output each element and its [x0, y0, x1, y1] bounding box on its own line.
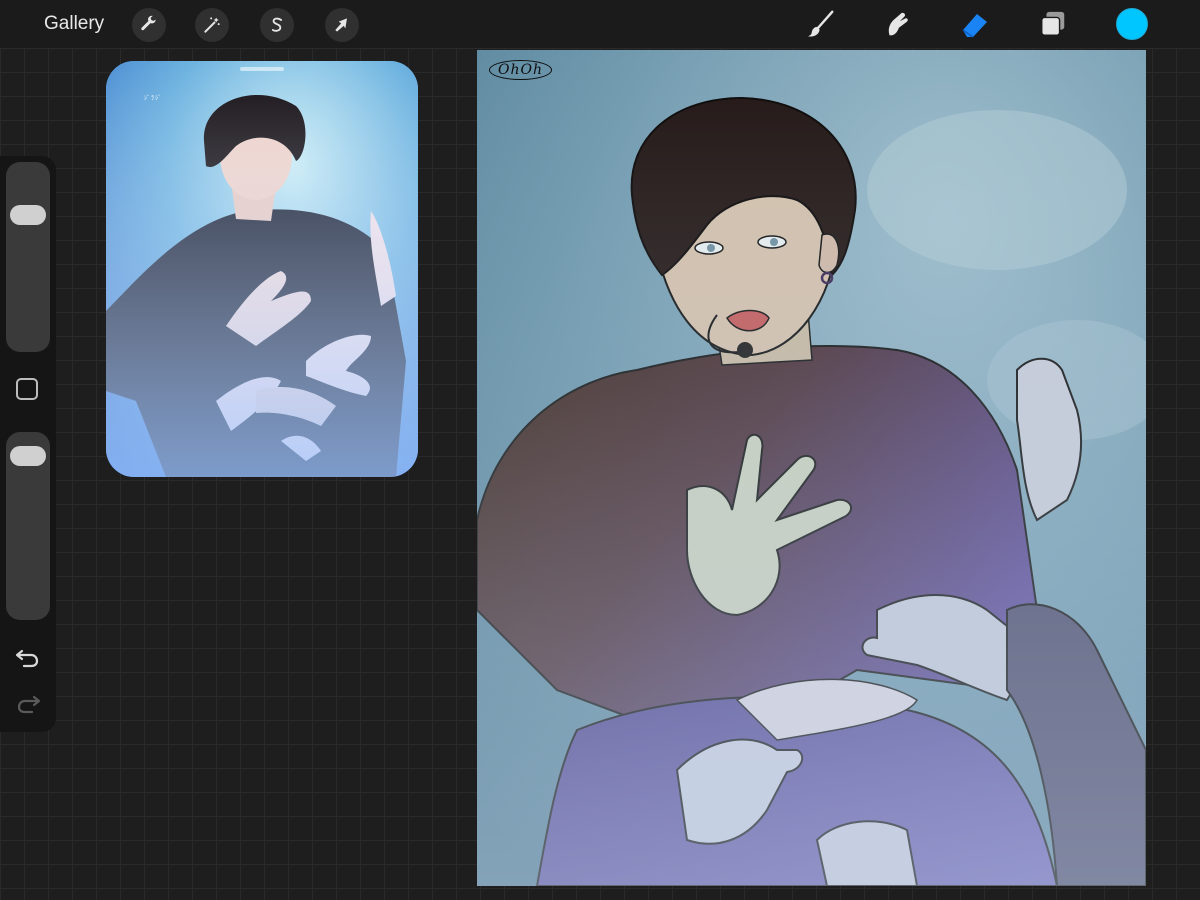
- redo-icon[interactable]: [14, 690, 42, 718]
- transform-button[interactable]: [325, 8, 359, 42]
- brush-size-slider[interactable]: [6, 162, 50, 352]
- eraser-icon: [962, 14, 987, 38]
- drawing-canvas[interactable]: OhOh: [477, 50, 1146, 886]
- eraser-tool[interactable]: [958, 7, 992, 41]
- artwork: [477, 50, 1146, 886]
- top-toolbar: Gallery: [0, 0, 1200, 48]
- opacity-thumb[interactable]: [10, 445, 46, 466]
- brush-tool[interactable]: [804, 7, 838, 41]
- undo-icon[interactable]: [14, 644, 42, 672]
- sidebar: [0, 156, 56, 732]
- smudge-finger-icon: [888, 12, 908, 36]
- color-picker-button[interactable]: [1116, 8, 1148, 40]
- artist-signature: OhOh: [489, 60, 552, 80]
- selection-button[interactable]: [260, 8, 294, 42]
- reference-photo: [106, 61, 418, 477]
- actions-button[interactable]: [132, 8, 166, 42]
- reference-window[interactable]: ｼﾞﾗｼﾞ: [106, 61, 418, 477]
- selection-s-icon: [271, 17, 283, 32]
- wrench-icon: [141, 15, 156, 31]
- layers-icon: [1041, 11, 1065, 36]
- gallery-button[interactable]: Gallery: [44, 13, 104, 35]
- adjustments-button[interactable]: [195, 8, 229, 42]
- layers-tool[interactable]: [1036, 7, 1070, 41]
- arrow-cursor-icon: [335, 18, 347, 32]
- magic-wand-icon: [204, 17, 220, 33]
- brush-icon: [807, 10, 834, 37]
- reference-watermark: ｼﾞﾗｼﾞ: [144, 96, 163, 102]
- smudge-tool[interactable]: [880, 7, 914, 41]
- opacity-slider[interactable]: [6, 432, 50, 620]
- brush-size-thumb[interactable]: [10, 204, 46, 225]
- square-modify-icon[interactable]: [16, 378, 38, 400]
- reference-drag-handle[interactable]: [240, 67, 284, 71]
